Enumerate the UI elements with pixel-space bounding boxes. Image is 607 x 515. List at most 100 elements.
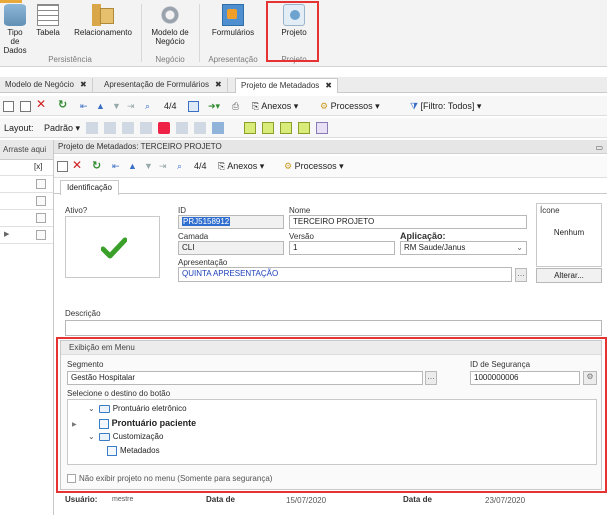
delete-icon[interactable]: ✕ [36,97,46,111]
layout-icon[interactable] [104,122,116,134]
last-icon[interactable]: ⇥ [127,99,135,113]
next-icon[interactable]: ▼ [112,99,121,113]
processos-button[interactable]: ⚙ Processos ▾ [284,159,344,173]
layout-icon[interactable] [298,122,310,134]
ribbon: Tipo de Dados Tabela Relacionamento Pers… [0,0,607,67]
group-persistencia: Persistência [48,55,92,64]
attachment-icon: ⎘ [252,101,262,111]
row-checkbox[interactable] [36,230,46,240]
aplicacao-select[interactable]: RM Saude/Janus ⌄ [400,241,527,255]
gears-icon: ⚙ [284,161,295,171]
prev-icon[interactable]: ▲ [96,99,105,113]
document-tabs: Modelo de Negócio ✖ Apresentação de Formu… [0,77,607,93]
filtro-button[interactable]: ⧩ [Filtro: Todos] ▾ [410,99,481,113]
binoculars-icon[interactable]: ⌕ [145,99,150,113]
prev-icon[interactable]: ▲ [128,159,137,173]
ribbon-accent [0,0,22,3]
export-icon[interactable]: ➜▾ [208,99,220,113]
delete-icon[interactable]: ✕ [72,158,82,172]
table-icon [37,4,59,26]
tab-projeto-de-metadados[interactable]: Projeto de Metadados ✖ [235,78,338,93]
layout-select[interactable]: Padrão ▾ [44,121,80,135]
table-row[interactable]: ▶ [0,227,55,244]
processos-button[interactable]: ⚙ Processos ▾ [320,99,380,113]
tipo-de-dados-button[interactable]: Tipo de Dados [2,4,28,55]
usuario-label: Usuário: [65,495,98,504]
versao-label: Versão [289,232,314,241]
table-row[interactable] [0,193,55,210]
layout-icon[interactable] [140,122,152,134]
row-checkbox[interactable] [36,196,46,206]
pin-icon[interactable]: ▭ [595,141,603,155]
close-icon[interactable]: ✖ [80,80,87,89]
icone-box: Ícone Nenhum [536,203,602,267]
print-icon[interactable]: ⎙ [232,99,239,113]
tab-modelo-de-negocio[interactable]: Modelo de Negócio ✖ [0,78,93,93]
formularios-button[interactable]: Formulários [205,4,261,37]
grid-column-header: [x] [0,160,55,176]
anexos-button[interactable]: ⎘ Anexos ▾ [252,99,298,113]
record-count: 4/4 [194,161,207,171]
row-checkbox[interactable] [36,179,46,189]
anexos-button[interactable]: ⎘ Anexos ▾ [218,159,264,173]
alterar-button[interactable]: Alterar... [536,268,602,283]
row-pointer-icon: ▶ [4,231,10,238]
first-icon[interactable]: ⇤ [80,99,88,113]
ribbon-separator [141,4,142,62]
modelo-de-negocio-button[interactable]: Modelo de Negócio [148,4,192,46]
first-icon[interactable]: ⇤ [112,159,120,173]
apresentacao-field[interactable]: QUINTA APRESENTAÇÃO [178,267,512,282]
ativo-label: Ativo? [65,206,88,215]
layout-icon[interactable] [194,122,206,134]
tab-identificacao[interactable]: Identificação [60,180,119,195]
layout-icon[interactable] [86,122,98,134]
chart-icon[interactable] [212,122,224,134]
table-row[interactable] [0,176,55,193]
camada-field[interactable]: CLI [178,241,284,255]
layout-icon[interactable] [158,122,170,134]
aplicacao-label: Aplicação: [400,231,446,241]
layout-icon[interactable] [176,122,188,134]
relacionamento-button[interactable]: Relacionamento [68,4,138,37]
layout-icon[interactable] [262,122,274,134]
id-field[interactable]: PRJ5158912 [178,215,284,229]
descricao-label: Descrição [65,309,101,318]
nome-field[interactable]: TERCEIRO PROJETO [289,215,527,229]
layout-icon[interactable] [122,122,134,134]
last-icon[interactable]: ⇥ [159,159,167,173]
calendar-icon[interactable] [188,99,199,113]
camada-label: Camada [178,232,209,241]
new-icon[interactable] [3,99,14,113]
tabela-button[interactable]: Tabela [34,4,62,37]
refresh-icon[interactable]: ↻ [58,98,67,112]
dialog-tabstrip [54,180,607,194]
close-icon[interactable]: ✖ [215,80,222,89]
next-icon[interactable]: ▼ [144,159,153,173]
ativo-checkbox[interactable] [65,216,160,278]
icone-value: Nenhum [553,228,585,237]
layout-icon[interactable] [316,122,328,134]
icone-label: Ícone [540,206,560,215]
layout-toolbar: Layout: Padrão ▾ [0,118,607,138]
refresh-icon[interactable]: ↻ [92,159,101,173]
close-icon[interactable]: ✖ [325,81,332,90]
apresentacao-lookup-button[interactable]: … [515,268,527,282]
database-icon [4,4,26,26]
filter-icon: ⧩ [410,101,421,111]
row-checkbox[interactable] [36,213,46,223]
binoculars-icon[interactable]: ⌕ [177,159,182,173]
group-negocio: Negócio [155,55,185,64]
dialog-title: Projeto de Metadados: TERCEIRO PROJETO ▭ [54,140,607,154]
table-row[interactable] [0,210,55,227]
descricao-field[interactable] [65,320,602,336]
tab-apresentacao-de-formularios[interactable]: Apresentação de Formulários ✖ [99,78,228,93]
layout-icon[interactable] [280,122,292,134]
usuario-value: mestre [112,496,134,503]
edit-icon[interactable] [20,99,31,113]
data-alteracao-label: Data de [403,495,432,504]
layout-label: Layout: [4,123,34,133]
layout-icon[interactable] [244,122,256,134]
versao-field[interactable]: 1 [289,241,395,255]
group-by-header[interactable]: Arraste aqui [0,140,55,160]
new-icon[interactable] [57,159,68,173]
